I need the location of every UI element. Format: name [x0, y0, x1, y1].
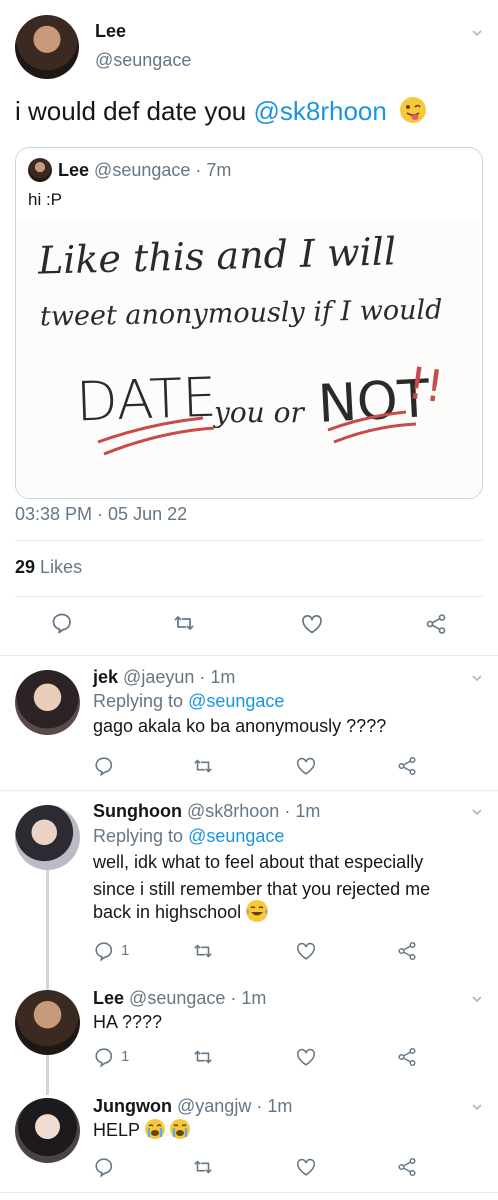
quoted-handle: @seungace [94, 160, 191, 180]
divider [0, 790, 498, 791]
replying-to: Replying to @seungace [93, 826, 284, 847]
reply-icon[interactable] [93, 755, 115, 777]
retweet-icon[interactable] [192, 1046, 214, 1068]
reply-name[interactable]: Sunghoon [93, 801, 182, 821]
red-underline-decoration [97, 410, 417, 456]
reply-text: HELP [93, 1120, 140, 1140]
reply-handle[interactable]: @yangjw [177, 1096, 251, 1116]
reply-header: Jungwon @yangjw · 1m [93, 1096, 292, 1117]
reply-time: · 1m [284, 801, 321, 821]
heart-icon[interactable] [295, 755, 317, 777]
winking-tongue-emoji-icon [400, 97, 427, 124]
reply-text-last-line: back in highschool [93, 900, 269, 924]
tears-of-joy-emoji-icon [246, 900, 269, 923]
retweet-icon[interactable] [192, 755, 214, 777]
share-icon[interactable] [396, 755, 418, 777]
replying-to-mention[interactable]: @seungace [188, 691, 284, 711]
likes-stat[interactable]: 29 Likes [15, 557, 82, 578]
retweet-icon[interactable] [192, 1156, 214, 1178]
crying-emoji-icon [169, 1119, 190, 1140]
divider [0, 1192, 498, 1193]
divider [15, 596, 483, 597]
replying-to-label: Replying to [93, 691, 189, 711]
reply-count: 1 [121, 942, 130, 959]
reply-handle[interactable]: @sk8rhoon [187, 801, 279, 821]
retweet-icon[interactable] [192, 940, 214, 962]
avatar[interactable] [15, 15, 79, 79]
reply-text-line: well, idk what to feel about that especi… [93, 852, 424, 872]
share-icon[interactable] [396, 1046, 418, 1068]
author-name[interactable]: Lee [95, 21, 126, 42]
chevron-down-icon[interactable] [471, 993, 483, 1005]
replying-to: Replying to @seungace [93, 691, 284, 712]
chevron-down-icon[interactable] [471, 1101, 483, 1113]
thread-line [46, 870, 49, 990]
reply-handle[interactable]: @seungace [129, 988, 225, 1008]
avatar[interactable] [15, 990, 80, 1055]
reply-handle[interactable]: @jaeyun [123, 667, 194, 687]
divider [0, 655, 498, 656]
quoted-avatar [28, 158, 52, 182]
reply-header: jek @jaeyun · 1m [93, 667, 235, 688]
mention-link[interactable]: @sk8rhoon [254, 96, 387, 126]
likes-label: Likes [40, 557, 83, 577]
reply-text-row: HELP [93, 1119, 190, 1141]
tweet-text: i would def date you @sk8rhoon [15, 96, 427, 127]
retweet-icon[interactable] [172, 611, 196, 635]
share-icon[interactable] [396, 1156, 418, 1178]
reply-text-line: back in highschool [93, 902, 242, 922]
reply-text-line: since i still remember that you rejected… [93, 879, 431, 899]
share-icon[interactable] [424, 612, 448, 636]
chevron-down-icon[interactable] [471, 27, 483, 39]
share-icon[interactable] [396, 940, 418, 962]
replying-to-mention[interactable]: @seungace [188, 826, 284, 846]
quoted-tweet-card[interactable]: Lee @seungace · 7m hi :P Like this and I… [15, 147, 483, 499]
author-handle[interactable]: @seungace [95, 50, 191, 71]
reply-name[interactable]: jek [93, 667, 118, 687]
reply-header: Lee @seungace · 1m [93, 988, 266, 1009]
reply-time: · 1m [230, 988, 267, 1008]
avatar[interactable] [15, 1098, 80, 1163]
tweet-timestamp[interactable]: 03:38 PM · 05 Jun 22 [15, 504, 187, 525]
heart-icon[interactable] [295, 1156, 317, 1178]
reply-text: gago akala ko ba anonymously ???? [93, 716, 387, 736]
reply-time: · 1m [256, 1096, 293, 1116]
reply-time: · 1m [199, 667, 236, 687]
heart-icon[interactable] [300, 612, 324, 636]
reply-text: HA ???? [93, 1012, 163, 1032]
heart-icon[interactable] [295, 940, 317, 962]
quoted-time: · 7m [195, 160, 232, 180]
chevron-down-icon[interactable] [471, 806, 483, 818]
thread-line [46, 1055, 49, 1095]
reply-icon[interactable] [93, 1156, 115, 1178]
chevron-down-icon[interactable] [471, 672, 483, 684]
reply-icon[interactable] [93, 1046, 115, 1068]
reply-name[interactable]: Lee [93, 988, 124, 1008]
avatar[interactable] [15, 670, 80, 735]
reply-icon[interactable] [93, 940, 115, 962]
quoted-name: Lee [58, 160, 90, 180]
reply-icon[interactable] [50, 611, 74, 635]
tweet-text-body: i would def date you [15, 96, 254, 126]
reply-header: Sunghoon @sk8rhoon · 1m [93, 801, 320, 822]
quoted-text: hi :P [28, 190, 63, 209]
reply-count: 1 [121, 1048, 130, 1065]
quoted-header: Lee @seungace · 7m [58, 160, 231, 181]
heart-icon[interactable] [295, 1046, 317, 1068]
replying-to-label: Replying to [93, 826, 189, 846]
crying-emoji-icon [144, 1119, 165, 1140]
quoted-image[interactable]: Like this and I will tweet anonymously i… [16, 220, 482, 498]
likes-count: 29 [15, 557, 36, 577]
divider [15, 540, 483, 541]
avatar[interactable] [15, 805, 80, 870]
reply-name[interactable]: Jungwon [93, 1096, 172, 1116]
